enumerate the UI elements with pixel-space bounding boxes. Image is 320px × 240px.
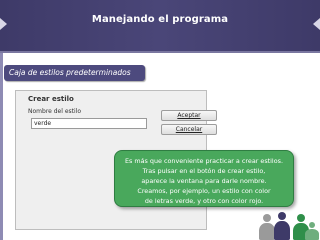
header-divider (0, 51, 320, 53)
slide-title: Manejando el programa (91, 14, 229, 25)
note-line: Creamos, por ejemplo, un estilo con colo… (137, 187, 271, 195)
style-name-input[interactable] (31, 118, 147, 129)
note-line: de letras verde, y otro con color rojo. (144, 197, 264, 205)
slide-header (0, 0, 320, 53)
cancel-button-label: Cancelar (175, 126, 203, 133)
explanation-note: Es más que conveniente practicar a crear… (114, 150, 294, 207)
style-name-label: Nombre del estilo (28, 108, 81, 115)
left-decoration (0, 53, 3, 240)
note-line: Es más que conveniente practicar a crear… (125, 157, 283, 165)
note-line: Tras pulsar en el botón de crear estilo, (142, 167, 266, 175)
accept-button[interactable]: Aceptar (161, 110, 217, 121)
note-line: aparece la ventana para darle nombre. (141, 177, 267, 185)
accept-button-label: Aceptar (177, 112, 201, 119)
person-blue-icon (274, 212, 290, 240)
cancel-button[interactable]: Cancelar (161, 124, 217, 135)
section-label: Caja de estilos predeterminados (4, 65, 145, 81)
person-gray-icon (259, 214, 275, 240)
dialog-title: Crear estilo (28, 95, 74, 103)
person-small-icon (305, 222, 319, 240)
